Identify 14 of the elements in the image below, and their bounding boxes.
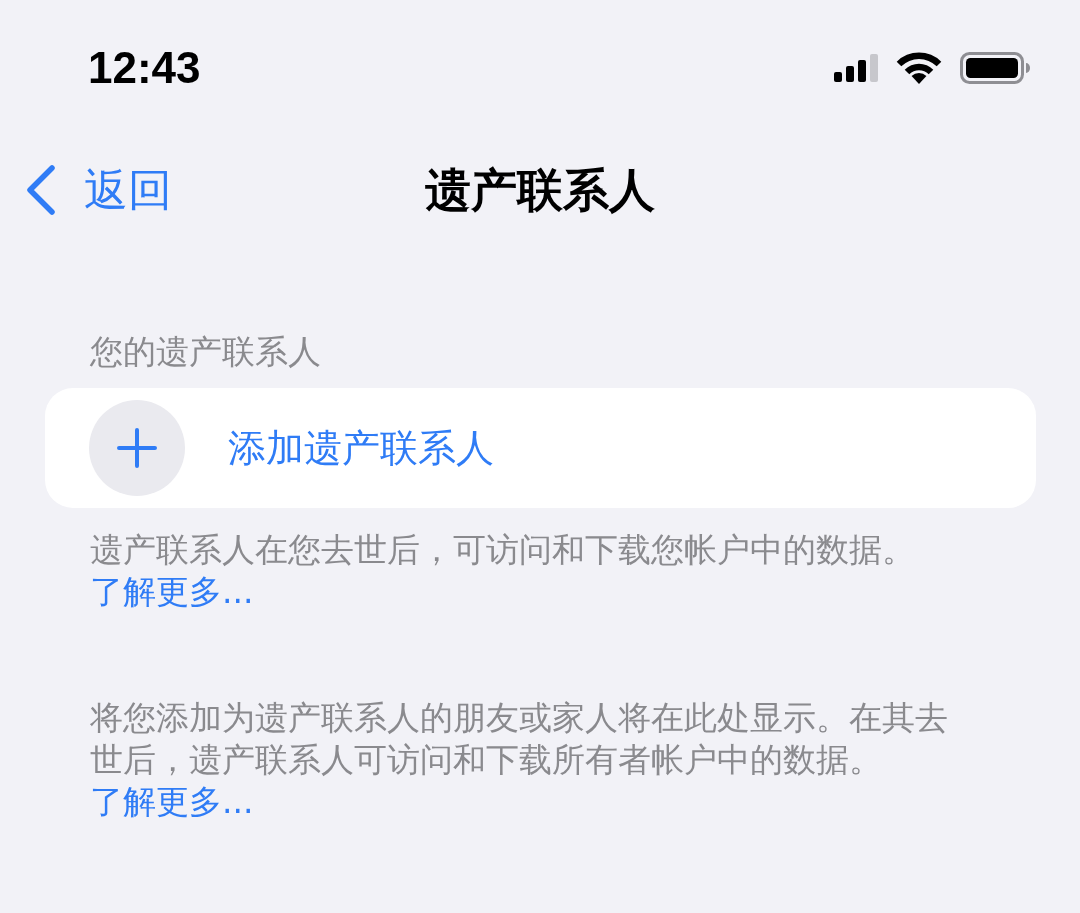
learn-more-link[interactable]: 了解更多... xyxy=(90,572,254,611)
chevron-left-icon xyxy=(26,165,56,215)
back-button[interactable]: 返回 xyxy=(0,162,172,218)
battery-icon xyxy=(960,52,1030,84)
footer-text: 遗产联系人在您去世后，可访问和下载您帐户中的数据。 了解更多... xyxy=(90,529,916,613)
learn-more-link[interactable]: 了解更多... xyxy=(90,782,254,821)
page-title: 遗产联系人 xyxy=(425,162,655,218)
signal-icon xyxy=(834,54,878,82)
status-time: 12:43 xyxy=(88,44,201,92)
plus-icon xyxy=(89,400,185,496)
add-contact-button[interactable]: 添加遗产联系人 xyxy=(45,388,1036,508)
info-text: 将您添加为遗产联系人的朋友或家人将在此处显示。在其去世后，遗产联系人可访问和下载所有者帐户中的数据。 了解更多... xyxy=(90,697,949,823)
section-header: 您的遗产联系人 xyxy=(90,332,321,372)
wifi-icon xyxy=(896,52,942,84)
